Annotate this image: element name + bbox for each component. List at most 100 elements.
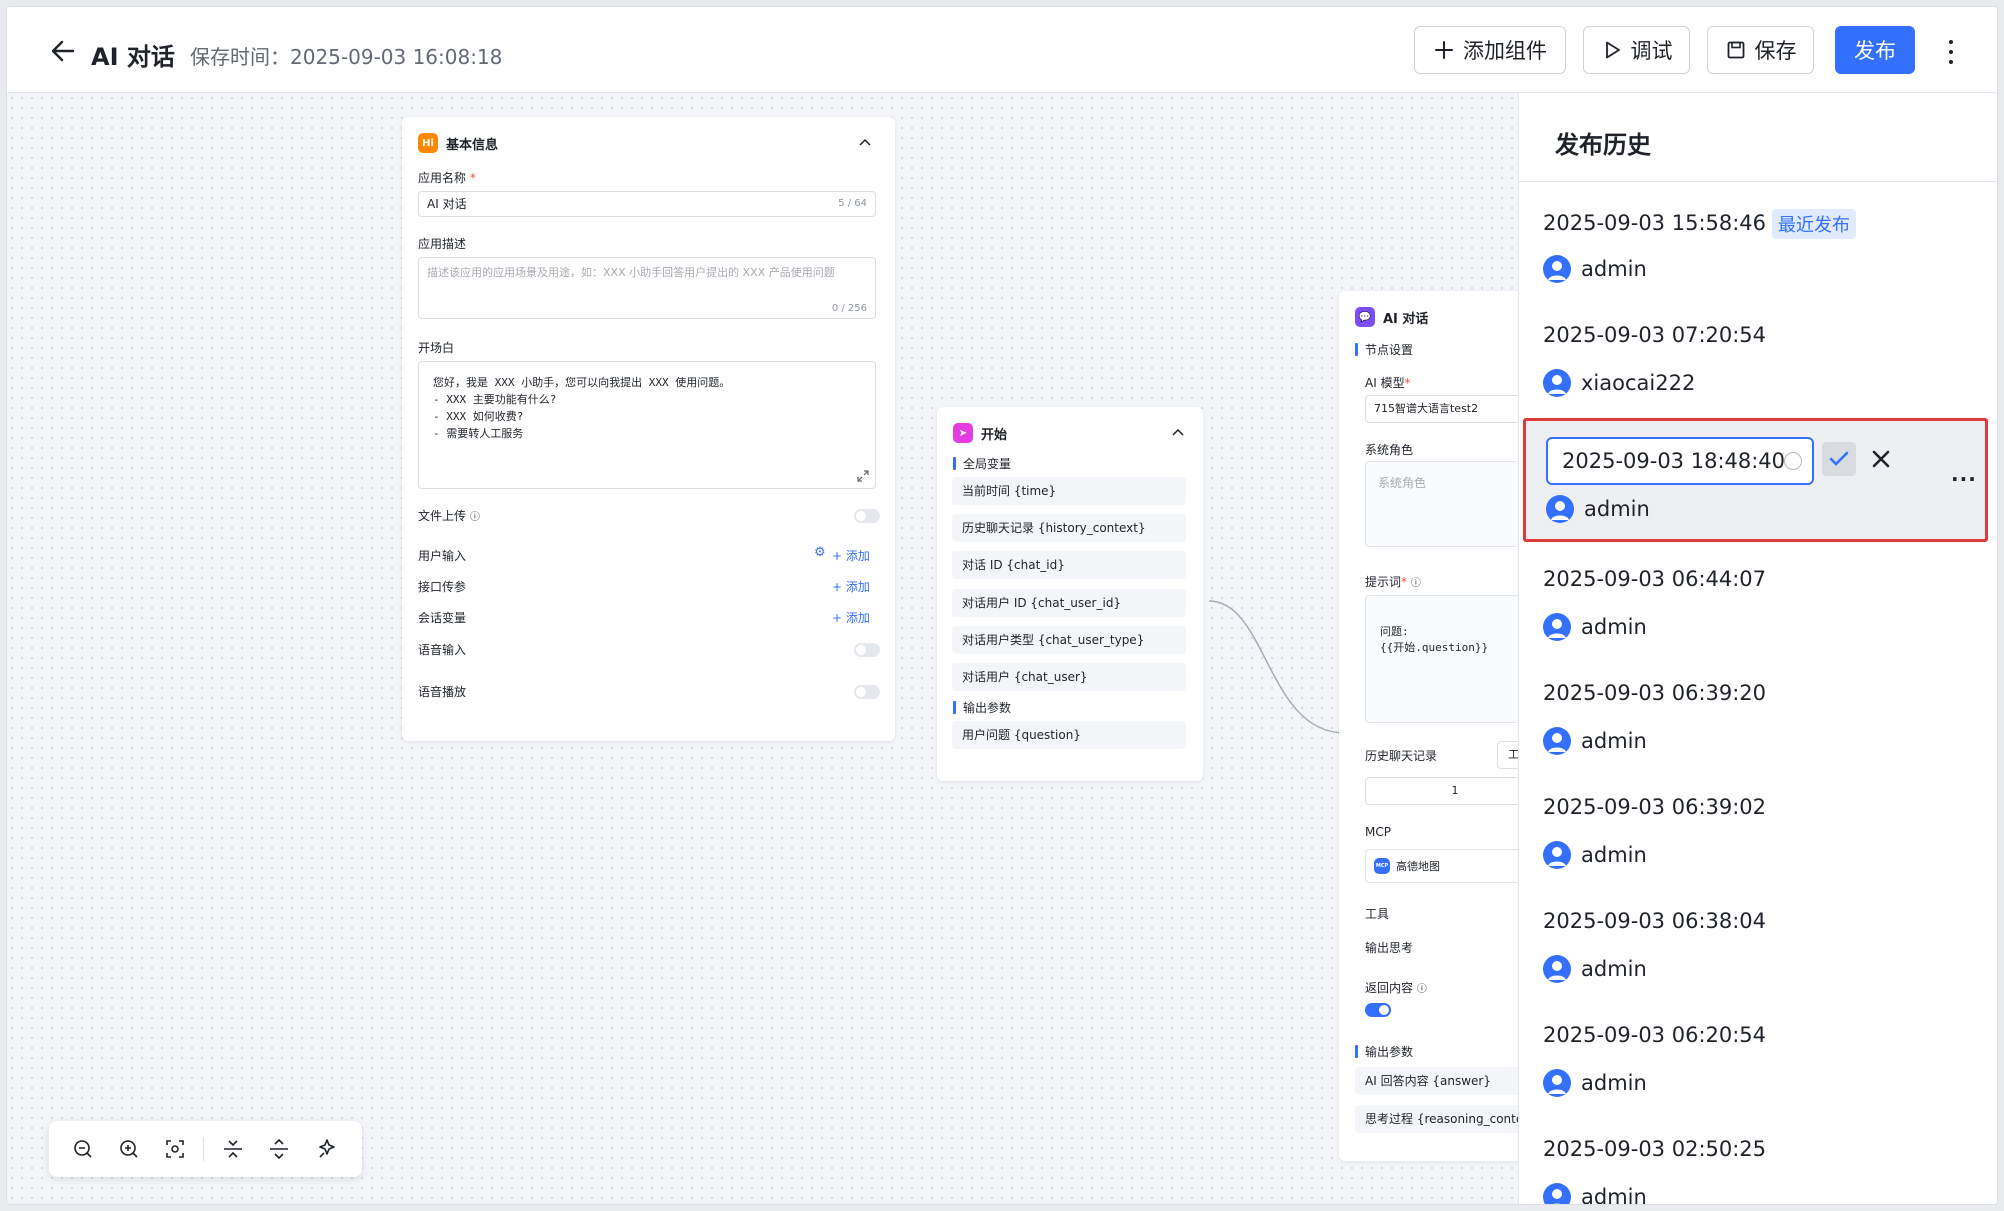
output-thinking-label: 输出思考 bbox=[1365, 941, 1414, 955]
fit-view-button[interactable] bbox=[159, 1133, 191, 1165]
workflow-canvas[interactable]: Hi 基本信息 应用名称 * AI 对话 5 / 64 应用描述 描述该应用的应… bbox=[7, 93, 1547, 1204]
user-avatar-icon bbox=[1543, 1183, 1571, 1204]
more-horizontal-icon[interactable]: ··· bbox=[1951, 467, 1977, 491]
info-icon: ⓘ bbox=[1410, 578, 1421, 589]
history-user-text: admin bbox=[1581, 1185, 1647, 1205]
user-input-add-label: 添加 bbox=[845, 549, 870, 563]
output-label: 输出参数 bbox=[963, 701, 1012, 715]
zoom-out-button[interactable] bbox=[67, 1133, 99, 1165]
app-name-value: AI 对话 bbox=[427, 197, 467, 211]
history-date[interactable]: 2025-09-03 06:20:54 bbox=[1543, 1023, 1766, 1047]
confirm-button[interactable] bbox=[1822, 442, 1856, 476]
mcp-icon: MCP bbox=[1374, 858, 1390, 874]
voice-play-toggle[interactable] bbox=[854, 685, 880, 699]
publish-label: 发布 bbox=[1854, 39, 1896, 63]
top-header: AI 对话 保存时间：2025-09-03 16:08:18 添加组件 调试 保… bbox=[7, 7, 1997, 93]
publish-button[interactable]: 发布 bbox=[1835, 26, 1915, 74]
app-name-count: 5 / 64 bbox=[838, 198, 867, 209]
history-item-editing: 2025-09-03 18:48:40 ··· admin bbox=[1523, 418, 1988, 542]
prompt-label: 提示词* ⓘ bbox=[1365, 573, 1421, 590]
history-date-text: 2025-09-03 15:58:46 bbox=[1543, 211, 1767, 235]
global-var-item: 对话用户 {chat_user} bbox=[952, 663, 1186, 691]
desc-textarea[interactable]: 描述该应用的应用场景及用途，如：XXX 小助手回答用户提出的 XXX 产品使用问… bbox=[418, 257, 876, 319]
prompt-line: {{开始.question}} bbox=[1380, 641, 1489, 654]
ai-output-item: 思考过程 {reasoning_conter bbox=[1355, 1105, 1535, 1133]
clear-icon[interactable] bbox=[1784, 452, 1802, 470]
rename-input[interactable]: 2025-09-03 18:48:40 bbox=[1546, 437, 1814, 485]
history-date[interactable]: 2025-09-03 06:39:02 bbox=[1543, 795, 1766, 819]
user-avatar-icon bbox=[1543, 841, 1571, 869]
global-vars-section: 全局变量 bbox=[953, 455, 1011, 472]
beautify-button[interactable] bbox=[311, 1133, 343, 1165]
back-button[interactable] bbox=[47, 35, 79, 67]
fit-view-icon bbox=[166, 1140, 184, 1158]
history-user: admin bbox=[1543, 727, 1647, 755]
chevron-up-icon[interactable] bbox=[858, 135, 872, 149]
ai-node-card[interactable]: 💬 AI 对话 节点设置 AI 模型* 715智谱大语言test2 系统角色 系… bbox=[1339, 291, 1547, 1161]
debug-button[interactable]: 调试 bbox=[1583, 26, 1690, 74]
output-section: 输出参数 bbox=[953, 699, 1011, 716]
recent-publish-badge: 最近发布 bbox=[1772, 209, 1857, 239]
session-var-label: 会话变量 bbox=[418, 611, 467, 625]
user-input-add-button[interactable]: + 添加 bbox=[832, 547, 870, 564]
api-param-add-button[interactable]: + 添加 bbox=[832, 578, 870, 595]
info-icon: ⓘ bbox=[469, 512, 480, 523]
user-avatar-icon bbox=[1543, 955, 1571, 983]
hi-icon: Hi bbox=[418, 133, 438, 153]
app-window: AI 对话 保存时间：2025-09-03 16:08:18 添加组件 调试 保… bbox=[6, 6, 1998, 1205]
prologue-line: 您好，我是 XXX 小助手，您可以向我提出 XXX 使用问题。 bbox=[433, 376, 731, 389]
history-user: xiaocai222 bbox=[1543, 369, 1695, 397]
basic-info-header: Hi 基本信息 bbox=[418, 133, 498, 153]
zoom-in-button[interactable] bbox=[113, 1133, 145, 1165]
history-label: 历史聊天记录 bbox=[1365, 749, 1438, 763]
more-menu-button[interactable] bbox=[1939, 37, 1963, 67]
add-component-button[interactable]: 添加组件 bbox=[1414, 26, 1566, 74]
zoom-out-icon bbox=[74, 1140, 92, 1158]
more-vertical-icon-dot bbox=[1949, 40, 1953, 44]
cancel-button[interactable] bbox=[1866, 442, 1896, 476]
history-date[interactable]: 2025-09-03 02:50:25 bbox=[1543, 1137, 1766, 1161]
model-label: AI 模型* bbox=[1365, 374, 1411, 391]
voice-input-label: 语音输入 bbox=[418, 643, 467, 657]
start-node-header: ➤ 开始 bbox=[953, 423, 1007, 443]
history-date[interactable]: 2025-09-03 15:58:46 最近发布 bbox=[1543, 209, 1857, 239]
history-date[interactable]: 2025-09-03 06:38:04 bbox=[1543, 909, 1766, 933]
toolbar-divider bbox=[203, 1137, 204, 1161]
history-date[interactable]: 2025-09-03 06:44:07 bbox=[1543, 567, 1766, 591]
expand-all-button[interactable] bbox=[263, 1133, 295, 1165]
page-title: AI 对话 bbox=[91, 43, 175, 71]
return-content-text: 返回内容 bbox=[1365, 981, 1414, 995]
model-value: 715智谱大语言test2 bbox=[1374, 402, 1479, 415]
global-vars-label: 全局变量 bbox=[963, 457, 1012, 471]
save-icon bbox=[1727, 41, 1744, 59]
file-upload-toggle[interactable] bbox=[854, 509, 880, 523]
voice-input-toggle[interactable] bbox=[854, 643, 880, 657]
file-upload-label-text: 文件上传 bbox=[418, 509, 467, 523]
save-button[interactable]: 保存 bbox=[1707, 26, 1814, 74]
api-param-label: 接口传参 bbox=[418, 580, 467, 594]
history-user-text: admin bbox=[1581, 257, 1647, 281]
session-var-add-button[interactable]: + 添加 bbox=[832, 609, 870, 626]
debug-label: 调试 bbox=[1630, 39, 1673, 63]
expand-icon[interactable] bbox=[857, 470, 869, 482]
chevron-up-icon[interactable] bbox=[1171, 425, 1185, 439]
history-date[interactable]: 2025-09-03 07:20:54 bbox=[1543, 323, 1766, 347]
prologue-editor[interactable]: 您好，我是 XXX 小助手，您可以向我提出 XXX 使用问题。 - XXX 主要… bbox=[418, 361, 876, 489]
play-icon bbox=[1605, 41, 1620, 59]
app-name-label: 应用名称 * bbox=[418, 169, 476, 186]
history-user: admin bbox=[1543, 255, 1647, 283]
return-content-toggle[interactable] bbox=[1365, 1003, 1391, 1017]
prologue-line: - 需要转人工服务 bbox=[433, 427, 524, 440]
voice-play-label: 语音播放 bbox=[418, 685, 467, 699]
start-node-card[interactable]: ➤ 开始 全局变量 当前时间 {time} 历史聊天记录 {history_co… bbox=[937, 407, 1203, 781]
panel-title: 发布历史 bbox=[1555, 131, 1651, 159]
user-avatar-icon bbox=[1543, 613, 1571, 641]
app-name-input[interactable]: AI 对话 5 / 64 bbox=[418, 191, 876, 217]
file-upload-label: 文件上传 ⓘ bbox=[418, 507, 480, 524]
history-date[interactable]: 2025-09-03 06:39:20 bbox=[1543, 681, 1766, 705]
ai-output-label: 输出参数 bbox=[1365, 1045, 1414, 1059]
collapse-all-button[interactable] bbox=[217, 1133, 249, 1165]
prologue-line: - XXX 主要功能有什么? bbox=[433, 393, 557, 406]
cursor-icon: ➤ bbox=[953, 423, 973, 443]
gear-icon[interactable]: ⚙ bbox=[814, 545, 826, 560]
